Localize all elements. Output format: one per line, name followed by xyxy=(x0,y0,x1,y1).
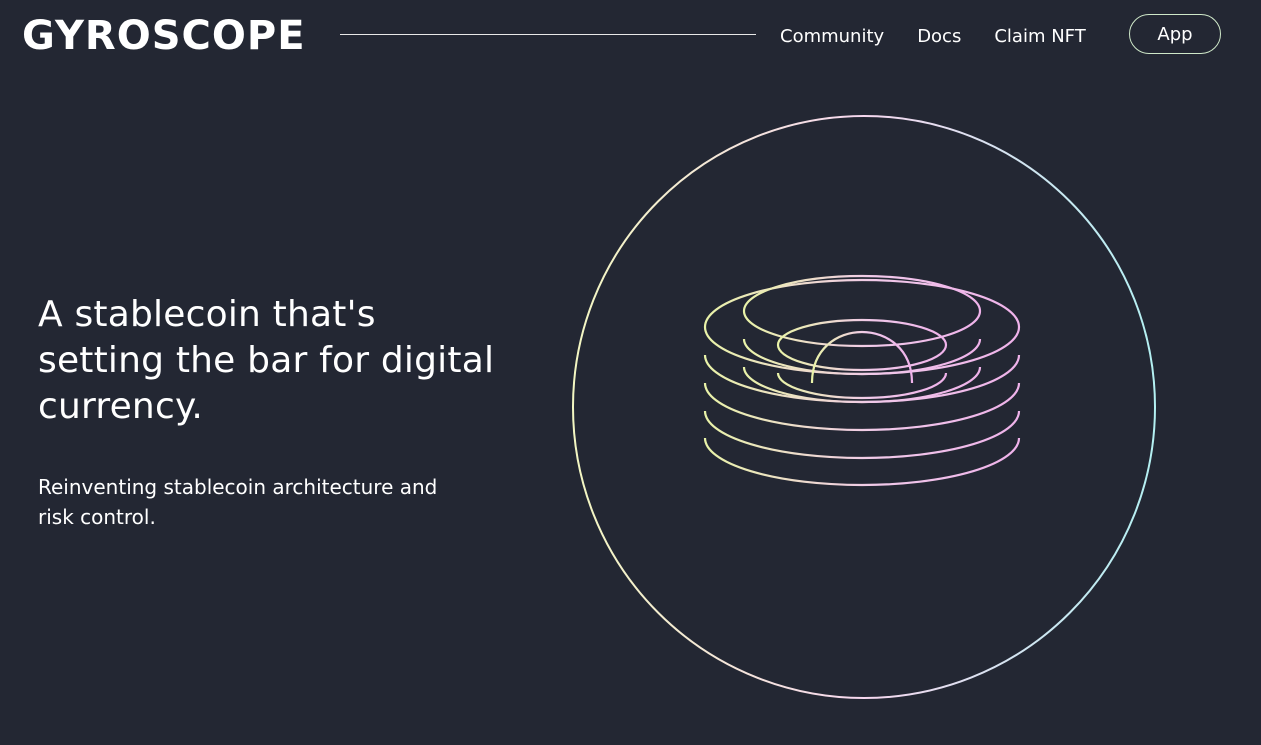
nav-link-docs[interactable]: Docs xyxy=(917,26,961,47)
header-divider xyxy=(340,34,756,35)
wireframe-cylinder xyxy=(703,274,1021,487)
nav-link-community[interactable]: Community xyxy=(780,26,884,47)
nav-link-claim-nft[interactable]: Claim NFT xyxy=(994,26,1085,47)
gyroscope-illustration xyxy=(572,115,1156,699)
hero-headline: A stablecoin that's setting the bar for … xyxy=(38,294,495,427)
brand-wordmark: GYROSCOPE xyxy=(22,13,306,59)
app-button[interactable]: App xyxy=(1129,14,1221,54)
outer-circle xyxy=(572,115,1156,699)
brand-logo[interactable]: GYROSCOPE xyxy=(22,14,306,58)
middle-ring-top xyxy=(742,274,982,348)
hero-subhead: Reinventing stablecoin architecture and … xyxy=(38,475,438,529)
top-nav: Community Docs Claim NFT xyxy=(780,14,1119,58)
